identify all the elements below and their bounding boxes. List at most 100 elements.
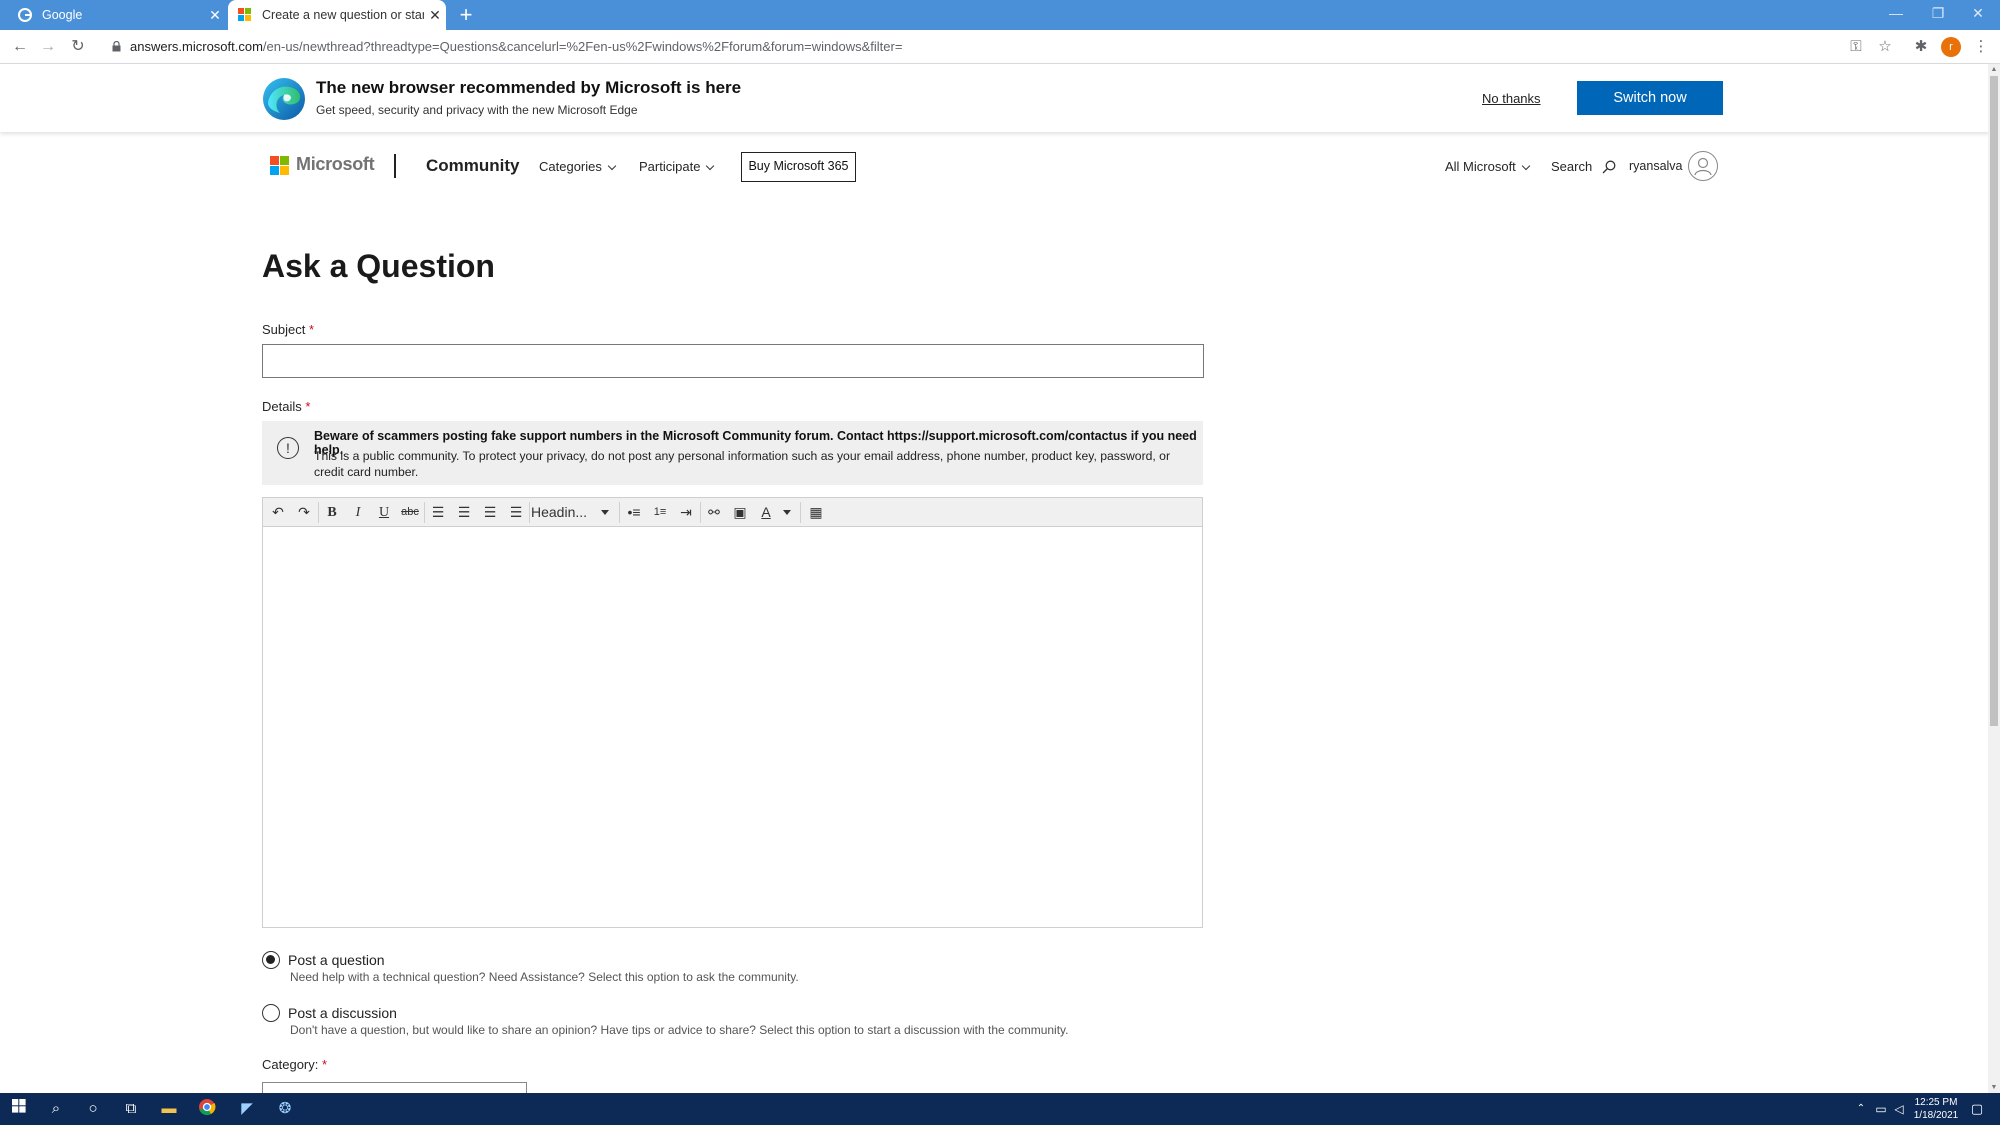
- caret-down-icon: [783, 510, 791, 515]
- nav-participate[interactable]: Participate: [639, 159, 715, 174]
- tray-chevron-icon[interactable]: ⌃: [1850, 1098, 1872, 1120]
- bullet-list-icon[interactable]: •≡: [621, 500, 647, 525]
- restore-icon[interactable]: ❐: [1918, 0, 1958, 26]
- user-avatar-icon[interactable]: [1688, 151, 1718, 181]
- switch-now-button[interactable]: Switch now: [1577, 81, 1723, 115]
- close-tab-icon[interactable]: ✕: [204, 7, 226, 24]
- post-question-radio[interactable]: [262, 951, 280, 969]
- undo-icon[interactable]: ↶: [265, 500, 291, 525]
- redo-icon[interactable]: ↷: [291, 500, 317, 525]
- forward-icon[interactable]: →: [36, 36, 60, 58]
- microsoft-logo-icon[interactable]: [270, 156, 290, 176]
- windows-taskbar: ⌕ ○ ⧉ ▬ ◤ ❂ ⌃ ▭ ◁ 12:25 PM 1/18/2021 ▢: [0, 1093, 2000, 1125]
- subject-input[interactable]: [262, 344, 1204, 378]
- edge-banner: The new browser recommended by Microsoft…: [0, 64, 1990, 132]
- image-icon[interactable]: ▣: [727, 500, 753, 525]
- clock-date: 1/18/2021: [1913, 1110, 1959, 1121]
- app-icon[interactable]: ❂: [274, 1098, 296, 1120]
- tab-ask-question[interactable]: Create a new question or start a ✕: [228, 0, 446, 30]
- numbered-list-icon[interactable]: 1≡: [647, 500, 673, 525]
- windows-start-icon[interactable]: [8, 1098, 30, 1120]
- menu-icon[interactable]: ⋮: [1970, 36, 1992, 58]
- align-justify-icon[interactable]: ☰: [503, 500, 529, 525]
- link-icon[interactable]: ⚯: [701, 500, 727, 525]
- task-view-icon[interactable]: ⧉: [120, 1098, 142, 1120]
- search-label: Search: [1551, 159, 1593, 174]
- caret-down-icon: [601, 510, 610, 515]
- page-title: Ask a Question: [262, 248, 495, 284]
- file-explorer-icon[interactable]: ▬: [158, 1098, 180, 1120]
- back-icon[interactable]: ←: [8, 36, 32, 58]
- category-label: Category: *: [262, 1057, 327, 1072]
- search-icon: [1602, 160, 1616, 174]
- buy-microsoft-365-button[interactable]: Buy Microsoft 365: [741, 152, 856, 182]
- cortana-icon[interactable]: ○: [82, 1098, 104, 1120]
- align-right-icon[interactable]: ☰: [477, 500, 503, 525]
- details-editor[interactable]: [262, 527, 1203, 928]
- table-icon[interactable]: ▦: [803, 500, 829, 525]
- category-label-text: Category:: [262, 1057, 319, 1072]
- indent-icon[interactable]: ⇥: [673, 500, 699, 525]
- clock-time: 12:25 PM: [1914, 1097, 1958, 1108]
- editor-toolbar: ↶ ↷ B I U abc ☰ ☰ ☰ ☰ Headin... •≡ 1≡ ⇥ …: [262, 497, 1203, 527]
- person-icon: [1694, 157, 1712, 176]
- notifications-icon[interactable]: ▢: [1966, 1098, 1988, 1120]
- community-link[interactable]: Community: [426, 156, 520, 176]
- page-scrollbar[interactable]: ▲ ▼: [1988, 64, 2000, 1094]
- align-left-icon[interactable]: ☰: [425, 500, 451, 525]
- new-tab-icon[interactable]: +: [454, 3, 478, 27]
- warning-text: This is a public community. To protect y…: [314, 449, 1171, 479]
- font-color-dropdown[interactable]: [777, 500, 797, 525]
- font-color-icon[interactable]: A: [753, 500, 779, 525]
- all-microsoft-label: All Microsoft: [1445, 159, 1516, 174]
- address-bar: ← → ↻ answers.microsoft.com/en-us/newthr…: [0, 30, 2000, 64]
- url-host: answers.microsoft.com: [130, 39, 263, 54]
- info-icon: !: [277, 437, 299, 459]
- taskbar-search-icon[interactable]: ⌕: [45, 1098, 67, 1120]
- url-field[interactable]: answers.microsoft.com/en-us/newthread?th…: [130, 39, 902, 54]
- strikethrough-icon[interactable]: abc: [397, 500, 423, 525]
- username[interactable]: ryansalva: [1629, 159, 1683, 173]
- italic-icon[interactable]: I: [345, 500, 371, 525]
- reload-icon[interactable]: ↻: [66, 36, 90, 58]
- post-question-label[interactable]: Post a question: [288, 952, 385, 968]
- star-icon[interactable]: ☆: [1874, 36, 1896, 58]
- chevron-down-icon: [706, 161, 715, 171]
- post-discussion-description: Don't have a question, but would like to…: [290, 1023, 1069, 1037]
- heading-dropdown-label: Headin...: [531, 504, 588, 520]
- scroll-thumb[interactable]: [1990, 76, 1998, 726]
- screen: Google ✕ Create a new question or start …: [0, 0, 2000, 1125]
- no-thanks-link[interactable]: No thanks: [1482, 91, 1541, 106]
- post-discussion-radio[interactable]: [262, 1004, 280, 1022]
- chrome-icon[interactable]: [196, 1098, 218, 1120]
- all-microsoft-menu[interactable]: All Microsoft: [1445, 159, 1531, 174]
- close-window-icon[interactable]: ✕: [1958, 0, 1998, 26]
- microsoft-icon: [238, 8, 251, 21]
- edge-logo-icon: [263, 78, 305, 120]
- profile-avatar[interactable]: r: [1941, 37, 1961, 57]
- nav-categories[interactable]: Categories: [539, 159, 617, 174]
- url-path: /en-us/newthread?threadtype=Questions&ca…: [262, 39, 903, 54]
- toolbar-divider: [529, 502, 530, 523]
- underline-icon[interactable]: U: [371, 500, 397, 525]
- taskbar-clock[interactable]: 12:25 PM 1/18/2021: [1906, 1096, 1966, 1122]
- microsoft-brand[interactable]: Microsoft: [296, 154, 375, 175]
- search-button[interactable]: Search: [1551, 159, 1616, 174]
- header-divider: [394, 154, 396, 178]
- browser-tab-bar: Google ✕ Create a new question or start …: [0, 0, 2000, 30]
- extensions-icon[interactable]: ✱: [1910, 36, 1932, 58]
- close-tab-icon[interactable]: ✕: [424, 7, 446, 24]
- tab-google[interactable]: Google ✕: [0, 0, 226, 30]
- scroll-up-icon[interactable]: ▲: [1988, 64, 2000, 76]
- nav-categories-label: Categories: [539, 159, 602, 174]
- app-icon[interactable]: ◤: [236, 1098, 258, 1120]
- bold-icon[interactable]: B: [319, 500, 345, 525]
- post-discussion-label[interactable]: Post a discussion: [288, 1005, 397, 1021]
- minimize-icon[interactable]: —: [1876, 0, 1916, 26]
- align-center-icon[interactable]: ☰: [451, 500, 477, 525]
- heading-dropdown[interactable]: Headin...: [531, 500, 610, 525]
- banner-title: The new browser recommended by Microsoft…: [316, 78, 742, 97]
- key-icon[interactable]: ⚿: [1845, 36, 1867, 58]
- subject-label: Subject *: [262, 322, 314, 337]
- toolbar-divider: [800, 502, 801, 523]
